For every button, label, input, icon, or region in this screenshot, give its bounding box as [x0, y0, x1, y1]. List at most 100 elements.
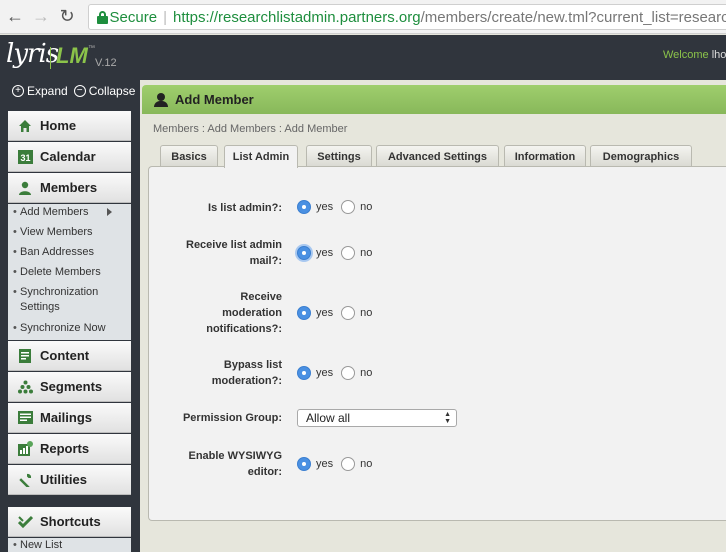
submenu-add-members[interactable]: Add Members: [13, 205, 89, 220]
enable-wysiwyg-editor-label: Enable WYSIWYG editor:: [188, 450, 282, 478]
utilities-icon: [17, 472, 33, 488]
tab-list-admin[interactable]: List Admin: [224, 145, 298, 168]
sidebar-item-members[interactable]: Members: [8, 173, 131, 203]
select-arrows-icon: ▲ ▼: [444, 411, 451, 425]
submenu-new-list[interactable]: New List: [13, 538, 62, 552]
bypass-list-moderation-yes-radio[interactable]: [297, 366, 311, 380]
segments-icon: [17, 379, 33, 395]
no-label: no: [360, 247, 373, 259]
receive-moderation-notifications-label: Receive moderation notifications?:: [206, 291, 282, 335]
sidebar-item-label: Segments: [40, 379, 103, 394]
sidebar-item-calendar[interactable]: 31 Calendar: [8, 142, 131, 172]
list-admin-form: Is list admin?: yes no Receive list admi…: [148, 166, 726, 521]
tab-demographics[interactable]: Demographics: [590, 145, 692, 167]
receive-list-admin-mail-no-radio[interactable]: [341, 246, 356, 260]
is-list-admin-radio-group: yes no: [297, 200, 380, 214]
browser-toolbar: ← → ↻ Secure | https://researchlistadmin…: [0, 0, 726, 34]
tab-advanced-settings[interactable]: Advanced Settings: [376, 145, 499, 167]
address-separator: |: [163, 8, 167, 26]
expand-collapse-bar: + Expand − Collapse: [12, 84, 141, 98]
breadcrumb: Members : Add Members : Add Member: [153, 123, 348, 135]
version-label: V.12: [95, 57, 117, 69]
sidebar: + Expand − Collapse Home 31 Calendar Mem…: [0, 80, 140, 552]
main-panel: Add Member Members : Add Members : Add M…: [140, 80, 726, 552]
sidebar-item-home[interactable]: Home: [8, 111, 131, 141]
mailings-icon: [17, 410, 33, 426]
forward-arrow-icon[interactable]: →: [30, 6, 52, 28]
sidebar-item-label: Mailings: [40, 410, 93, 425]
tab-information[interactable]: Information: [504, 145, 586, 167]
submenu-synchronize-now[interactable]: Synchronize Now: [13, 321, 106, 336]
sidebar-item-label: Home: [40, 118, 77, 133]
welcome-message: Welcome lho: [663, 49, 726, 61]
shortcuts-submenu: New List: [8, 538, 131, 552]
sidebar-item-shortcuts[interactable]: Shortcuts: [8, 507, 131, 537]
panel-header: Add Member: [142, 85, 726, 114]
enable-wysiwyg-editor-no-radio[interactable]: [341, 457, 356, 471]
submenu-view-members[interactable]: View Members: [13, 225, 93, 240]
enable-wysiwyg-editor-yes-radio[interactable]: [297, 457, 311, 471]
sidebar-item-label: Calendar: [40, 149, 96, 164]
secure-label: Secure: [109, 8, 158, 26]
receive-moderation-notifications-radio-group: yes no: [297, 306, 380, 320]
members-icon: [17, 180, 33, 196]
sidebar-item-mailings[interactable]: Mailings: [8, 403, 131, 433]
bypass-list-moderation-radio-group: yes no: [297, 366, 380, 380]
permission-group-label: Permission Group:: [182, 412, 282, 424]
tab-settings[interactable]: Settings: [306, 145, 372, 167]
is-list-admin-no-radio[interactable]: [341, 200, 356, 214]
calendar-badge: 31: [20, 153, 30, 163]
receive-moderation-notifications-no-radio[interactable]: [341, 306, 356, 320]
yes-label: yes: [316, 307, 334, 319]
welcome-label: Welcome: [663, 49, 709, 61]
receive-list-admin-mail-radio-group: yes no: [297, 246, 380, 260]
home-icon: [17, 118, 33, 134]
submenu-ban-addresses[interactable]: Ban Addresses: [13, 245, 94, 260]
bypass-list-moderation-label: Bypass list moderation?:: [211, 359, 282, 387]
sidebar-item-label: Members: [40, 180, 98, 195]
logo-divider: [50, 47, 51, 69]
trademark-mark: ™: [88, 45, 95, 52]
sidebar-item-label: Shortcuts: [40, 514, 101, 529]
sidebar-item-label: Reports: [40, 441, 90, 456]
app-header: lyris LM ™ V.12 Welcome lho: [0, 35, 726, 80]
yes-label: yes: [316, 247, 334, 259]
no-label: no: [360, 307, 373, 319]
sidebar-item-reports[interactable]: Reports: [8, 434, 131, 464]
receive-list-admin-mail-yes-radio[interactable]: [297, 246, 311, 260]
user-icon: [154, 92, 168, 107]
address-bar[interactable]: Secure | https://researchlistadmin.partn…: [88, 4, 726, 30]
collapse-icon[interactable]: −: [73, 85, 86, 97]
reload-icon[interactable]: ↻: [56, 6, 78, 28]
shortcuts-icon: [17, 514, 33, 530]
bypass-list-moderation-no-radio[interactable]: [341, 366, 356, 380]
url-path: /members/create/new.tml?current_list=res…: [420, 8, 726, 26]
yes-label: yes: [316, 458, 334, 470]
back-arrow-icon[interactable]: ←: [4, 6, 26, 28]
page-title: Add Member: [175, 92, 254, 107]
lm-logo: LM: [56, 43, 88, 68]
sidebar-item-segments[interactable]: Segments: [8, 372, 131, 402]
is-list-admin-yes-radio[interactable]: [297, 200, 311, 214]
lock-icon: [97, 10, 108, 24]
submenu-synchronization-settings[interactable]: Synchronization Settings: [13, 285, 115, 315]
no-label: no: [360, 458, 373, 470]
expand-icon[interactable]: +: [12, 85, 24, 97]
sidebar-item-utilities[interactable]: Utilities: [8, 465, 131, 495]
expand-link[interactable]: Expand: [27, 84, 68, 98]
url-host: https://researchlistadmin.partners.org: [172, 8, 421, 26]
receive-moderation-notifications-yes-radio[interactable]: [297, 306, 311, 320]
sidebar-item-label: Content: [40, 348, 90, 363]
permission-group-value: Allow all: [306, 411, 351, 425]
content-icon: [17, 348, 33, 364]
calendar-icon: 31: [17, 149, 33, 165]
welcome-user[interactable]: lho: [712, 49, 726, 61]
is-list-admin-label: Is list admin?:: [208, 202, 282, 214]
submenu-delete-members[interactable]: Delete Members: [13, 265, 101, 280]
tab-basics[interactable]: Basics: [160, 145, 218, 167]
collapse-link[interactable]: Collapse: [89, 84, 136, 98]
sidebar-item-content[interactable]: Content: [8, 341, 131, 371]
yes-label: yes: [316, 367, 334, 379]
sidebar-item-label: Utilities: [40, 472, 87, 487]
permission-group-select[interactable]: Allow all ▲ ▼: [297, 409, 457, 427]
